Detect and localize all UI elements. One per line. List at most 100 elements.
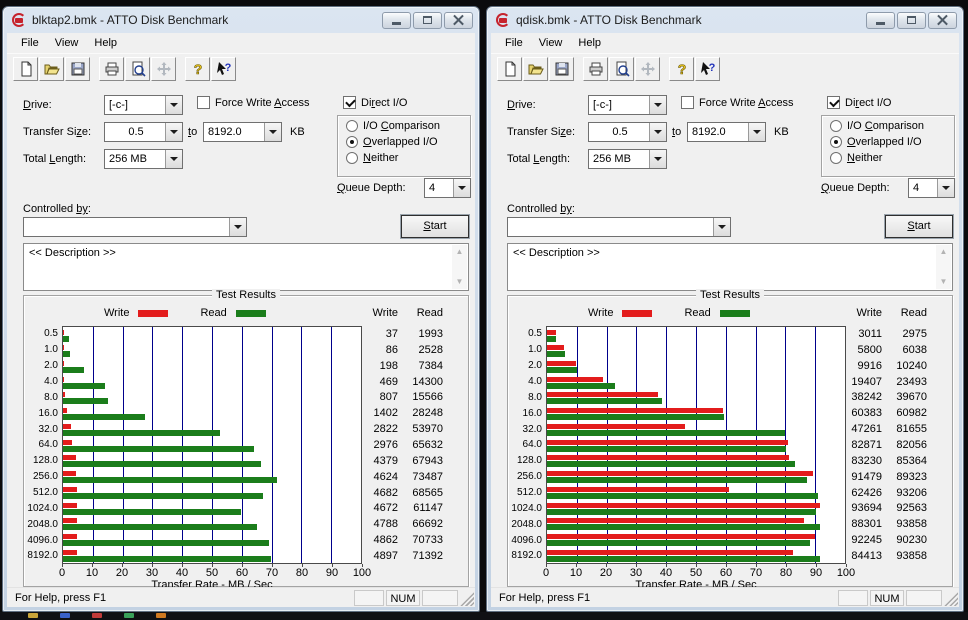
maximize-button[interactable] xyxy=(413,12,442,29)
close-button[interactable] xyxy=(928,12,957,29)
save-file-button[interactable] xyxy=(549,57,574,81)
description-scrollbar[interactable]: ▲ ▼ xyxy=(936,245,951,289)
read-value: 90230 xyxy=(867,532,927,548)
radio-neither[interactable]: Neither xyxy=(830,152,954,164)
description-field[interactable]: << Description >> ▲ ▼ xyxy=(23,243,469,291)
pan-button[interactable] xyxy=(151,57,176,81)
new-file-button[interactable] xyxy=(13,57,38,81)
read-bar xyxy=(63,540,269,546)
taskbar-icon[interactable] xyxy=(124,613,134,618)
resize-grip[interactable] xyxy=(944,590,958,606)
controlled-by-arrow-icon[interactable] xyxy=(713,218,730,236)
queue-depth-arrow-icon[interactable] xyxy=(937,179,954,197)
close-button[interactable] xyxy=(444,12,473,29)
menu-view[interactable]: View xyxy=(531,35,571,51)
scroll-up-icon[interactable]: ▲ xyxy=(452,245,467,259)
taskbar-icon[interactable] xyxy=(156,613,166,618)
read-value: 10240 xyxy=(867,358,927,374)
start-button[interactable]: Start xyxy=(885,215,953,238)
open-file-button[interactable] xyxy=(39,57,64,81)
chart-row-0.5 xyxy=(63,327,361,343)
save-file-button[interactable] xyxy=(65,57,90,81)
write-bar xyxy=(547,361,576,366)
radio-io-comparison[interactable]: I/O Comparison xyxy=(346,120,470,132)
drive-dropdown-arrow-icon[interactable] xyxy=(649,96,666,114)
force-write-access-checkbox[interactable]: Force Write Access xyxy=(681,96,794,109)
print-button[interactable] xyxy=(583,57,608,81)
transfer-to-arrow-icon[interactable] xyxy=(264,123,281,141)
controlled-by-arrow-icon[interactable] xyxy=(229,218,246,236)
taskbar-icon[interactable] xyxy=(28,613,38,618)
taskbar-icon[interactable] xyxy=(92,613,102,618)
radio-overlapped-io[interactable]: Overlapped I/O xyxy=(346,136,470,148)
scroll-down-icon[interactable]: ▼ xyxy=(452,275,467,289)
queue-depth-arrow-icon[interactable] xyxy=(453,179,470,197)
queue-depth-select[interactable]: 4 xyxy=(424,178,471,198)
drive-select[interactable]: [-c-] xyxy=(104,95,183,115)
read-bar xyxy=(547,446,786,452)
x-tick-label: 90 xyxy=(801,567,831,579)
y-tick-label: 32.0 xyxy=(24,421,58,437)
titlebar[interactable]: blktap2.bmk - ATTO Disk Benchmark xyxy=(3,7,479,33)
menu-file[interactable]: File xyxy=(497,35,531,51)
new-file-button[interactable] xyxy=(497,57,522,81)
total-length-select[interactable]: 256 MB xyxy=(104,149,183,169)
y-tick-label: 4.0 xyxy=(24,374,58,390)
transfer-from-select[interactable]: 0.5 xyxy=(104,122,183,142)
minimize-button[interactable] xyxy=(382,12,411,29)
titlebar[interactable]: qdisk.bmk - ATTO Disk Benchmark xyxy=(487,7,963,33)
taskbar-icon[interactable] xyxy=(60,613,70,618)
maximize-button[interactable] xyxy=(897,12,926,29)
direct-io-checkbox[interactable]: Direct I/O xyxy=(343,96,407,109)
drive-dropdown-arrow-icon[interactable] xyxy=(165,96,182,114)
force-write-access-checkbox[interactable]: Force Write Access xyxy=(197,96,310,109)
queue-depth-select[interactable]: 4 xyxy=(908,178,955,198)
drive-select[interactable]: [-c-] xyxy=(588,95,667,115)
minimize-button[interactable] xyxy=(866,12,895,29)
write-bar xyxy=(547,534,815,539)
pan-button[interactable] xyxy=(635,57,660,81)
start-button[interactable]: Start xyxy=(401,215,469,238)
radio-io-comparison[interactable]: I/O Comparison xyxy=(830,120,954,132)
resize-grip[interactable] xyxy=(460,590,474,606)
y-tick-label: 1.0 xyxy=(24,342,58,358)
write-bar xyxy=(63,408,67,413)
controlled-by-select[interactable] xyxy=(507,217,731,237)
menu-help[interactable]: Help xyxy=(570,35,609,51)
read-value: 2975 xyxy=(867,326,927,342)
menu-help[interactable]: Help xyxy=(86,35,125,51)
x-tick-label: 0 xyxy=(531,567,561,579)
transfer-from-select[interactable]: 0.5 xyxy=(588,122,667,142)
chart-row-4.0 xyxy=(547,374,845,390)
scroll-up-icon[interactable]: ▲ xyxy=(936,245,951,259)
controlled-by-select[interactable] xyxy=(23,217,247,237)
transfer-to-arrow-icon[interactable] xyxy=(748,123,765,141)
context-help-button[interactable]: ? xyxy=(211,57,236,81)
context-help-button[interactable]: ? xyxy=(695,57,720,81)
taskbar-edge[interactable] xyxy=(0,612,968,620)
print-button[interactable] xyxy=(99,57,124,81)
menu-view[interactable]: View xyxy=(47,35,87,51)
transfer-to-select[interactable]: 8192.0 xyxy=(203,122,282,142)
print-preview-button[interactable] xyxy=(125,57,150,81)
description-field[interactable]: << Description >> ▲ ▼ xyxy=(507,243,953,291)
help-button[interactable]: ? xyxy=(185,57,210,81)
total-length-arrow-icon[interactable] xyxy=(165,150,182,168)
status-pane-1 xyxy=(838,590,868,606)
scroll-down-icon[interactable]: ▼ xyxy=(936,275,951,289)
transfer-from-arrow-icon[interactable] xyxy=(165,123,182,141)
radio-overlapped-io[interactable]: Overlapped I/O xyxy=(830,136,954,148)
transfer-from-arrow-icon[interactable] xyxy=(649,123,666,141)
menu-file[interactable]: File xyxy=(13,35,47,51)
direct-io-checkbox[interactable]: Direct I/O xyxy=(827,96,891,109)
open-file-button[interactable] xyxy=(523,57,548,81)
radio-neither[interactable]: Neither xyxy=(346,152,470,164)
total-length-select[interactable]: 256 MB xyxy=(588,149,667,169)
help-button[interactable]: ? xyxy=(669,57,694,81)
description-scrollbar[interactable]: ▲ ▼ xyxy=(452,245,467,289)
print-preview-button[interactable] xyxy=(609,57,634,81)
read-bar xyxy=(547,367,577,373)
total-length-arrow-icon[interactable] xyxy=(649,150,666,168)
transfer-to-select[interactable]: 8192.0 xyxy=(687,122,766,142)
write-bar xyxy=(63,471,76,476)
